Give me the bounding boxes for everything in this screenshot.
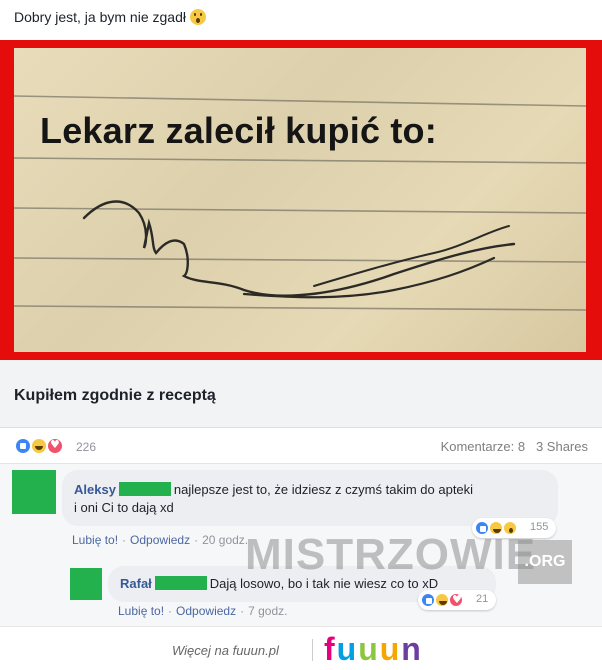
- notebook-paper-image: Lekarz zalecił kupić to:: [14, 48, 586, 352]
- fuuun-logo[interactable]: fuuun: [324, 631, 423, 668]
- reply-actions: Lubię to! · Odpowiedz · 7 godz.: [118, 604, 288, 618]
- caption-text: Kupiłem zgodnie z receptą: [14, 387, 216, 404]
- reply-time[interactable]: 7 godz.: [248, 604, 287, 618]
- brand-letter: u: [379, 631, 402, 667]
- shares-count[interactable]: 3 Shares: [536, 439, 588, 454]
- comments-count[interactable]: Komentarze: 8: [441, 439, 526, 454]
- link-caption[interactable]: Kupiłem zgodnie z receptą: [0, 360, 602, 428]
- comment-author[interactable]: Aleksy: [74, 482, 116, 497]
- more-link[interactable]: Więcej na fuuun.pl: [172, 643, 279, 658]
- like-link[interactable]: Lubię to!: [118, 604, 164, 618]
- wow-emoji-icon: [189, 9, 206, 25]
- paper-title: Lekarz zalecił kupić to:: [40, 110, 437, 151]
- comments-shares: Komentarze: 8 3 Shares: [441, 439, 588, 454]
- watermark-logo: MISTRZOWIE: [245, 530, 537, 579]
- brand-letter: u: [358, 631, 380, 667]
- footer: Więcej na fuuun.pl fuuun: [0, 626, 602, 670]
- comment-text: najlepsze jest to, że idziesz z czymś ta…: [173, 482, 474, 497]
- brand-letter: u: [336, 631, 359, 667]
- reactions-bar: 226 Komentarze: 8 3 Shares: [0, 428, 602, 464]
- redacted-name: [118, 482, 171, 496]
- like-link[interactable]: Lubię to!: [72, 533, 118, 547]
- reply-link[interactable]: Odpowiedz: [176, 604, 236, 618]
- paper-lines-and-scribble: [14, 95, 586, 311]
- post-header: Dobry jest, ja bym nie zgadł: [0, 0, 602, 40]
- watermark-suffix: .ORG: [518, 540, 572, 584]
- brand-letter: f: [324, 631, 337, 667]
- post-image[interactable]: Lekarz zalecił kupić to:: [0, 40, 602, 360]
- reply-author[interactable]: Rafał: [120, 576, 152, 591]
- avatar[interactable]: [70, 568, 102, 600]
- love-reaction-icon: [448, 592, 464, 608]
- avatar[interactable]: [12, 470, 56, 514]
- comment-text-continued: i oni Ci to dają xd: [74, 500, 174, 515]
- reaction-count[interactable]: 226: [76, 440, 96, 454]
- brand-letter: n: [401, 631, 423, 667]
- footer-divider: [312, 639, 313, 661]
- comment-time[interactable]: 20 godz.: [202, 533, 248, 547]
- comment-actions: Lubię to! · Odpowiedz · 20 godz.: [72, 533, 249, 547]
- reply-reactions[interactable]: 21: [418, 590, 496, 610]
- redacted-name: [154, 576, 207, 590]
- reply-link[interactable]: Odpowiedz: [130, 533, 190, 547]
- love-reaction-icon[interactable]: [46, 437, 64, 455]
- post-text: Dobry jest, ja bym nie zgadł: [14, 9, 206, 25]
- reply-reaction-count: 21: [476, 593, 489, 605]
